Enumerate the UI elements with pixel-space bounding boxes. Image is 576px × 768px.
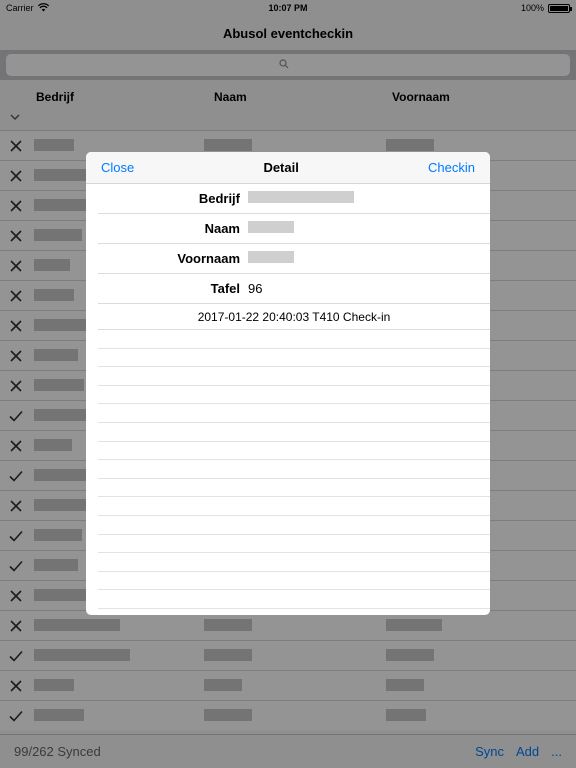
detail-row-voornaam: Voornaam (98, 244, 490, 274)
detail-modal: Close Detail Checkin Bedrijf Naam Voorna… (86, 152, 490, 615)
empty-row (98, 553, 490, 572)
checkin-button[interactable]: Checkin (428, 160, 475, 175)
detail-row-naam: Naam (98, 214, 490, 244)
detail-row-bedrijf: Bedrijf (98, 184, 490, 214)
detail-row-tafel: Tafel 96 (98, 274, 490, 304)
detail-value-tafel: 96 (248, 281, 263, 296)
empty-row (98, 516, 490, 535)
empty-row (98, 386, 490, 405)
modal-nav-bar: Close Detail Checkin (86, 152, 490, 184)
detail-value-voornaam (248, 251, 490, 266)
empty-row (98, 535, 490, 554)
empty-row (98, 479, 490, 498)
empty-row (98, 367, 490, 386)
detail-label: Voornaam (177, 251, 240, 266)
detail-value-naam (248, 221, 490, 236)
empty-row (98, 404, 490, 423)
empty-row (98, 349, 490, 368)
empty-row (98, 497, 490, 516)
empty-row (98, 423, 490, 442)
empty-row (98, 590, 490, 609)
empty-row (98, 330, 490, 349)
detail-value-bedrijf (248, 191, 490, 206)
empty-log-rows (86, 330, 490, 609)
detail-label: Bedrijf (198, 191, 240, 206)
modal-title: Detail (263, 160, 299, 175)
detail-label: Tafel (210, 281, 240, 296)
empty-row (98, 572, 490, 591)
close-button[interactable]: Close (101, 160, 134, 175)
detail-label: Naam (204, 221, 240, 236)
log-entry: 2017-01-22 20:40:03 T410 Check-in (98, 304, 490, 330)
empty-row (98, 460, 490, 479)
empty-row (98, 442, 490, 461)
